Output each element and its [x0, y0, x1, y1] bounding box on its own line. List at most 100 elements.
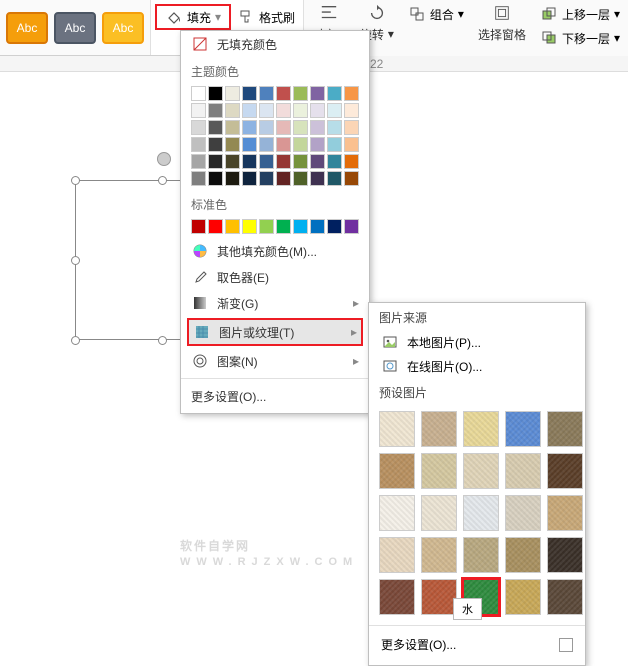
style-orange[interactable]: Abc — [6, 12, 48, 44]
texture-swatch[interactable] — [505, 537, 541, 573]
texture-swatch[interactable] — [379, 495, 415, 531]
color-swatch[interactable] — [208, 120, 223, 135]
color-swatch[interactable] — [327, 137, 342, 152]
more-colors-item[interactable]: 其他填充颜色(M)... — [181, 238, 369, 264]
color-swatch[interactable] — [259, 154, 274, 169]
texture-swatch[interactable] — [463, 411, 499, 447]
color-swatch[interactable] — [310, 137, 325, 152]
texture-swatch[interactable] — [379, 453, 415, 489]
color-swatch[interactable] — [259, 171, 274, 186]
color-swatch[interactable] — [259, 103, 274, 118]
color-swatch[interactable] — [276, 103, 291, 118]
color-swatch[interactable] — [225, 86, 240, 101]
color-swatch[interactable] — [191, 120, 206, 135]
color-swatch[interactable] — [344, 120, 359, 135]
texture-swatch[interactable] — [379, 537, 415, 573]
color-swatch[interactable] — [293, 154, 308, 169]
texture-swatch[interactable] — [463, 453, 499, 489]
color-swatch[interactable] — [293, 137, 308, 152]
color-swatch[interactable] — [225, 137, 240, 152]
color-swatch[interactable] — [208, 154, 223, 169]
color-swatch[interactable] — [208, 103, 223, 118]
color-swatch[interactable] — [242, 86, 257, 101]
color-swatch[interactable] — [310, 103, 325, 118]
color-swatch[interactable] — [259, 86, 274, 101]
color-swatch[interactable] — [259, 219, 274, 234]
color-swatch[interactable] — [344, 171, 359, 186]
format-painter-button[interactable]: 格式刷 — [231, 4, 301, 30]
texture-swatch[interactable] — [505, 453, 541, 489]
color-swatch[interactable] — [310, 219, 325, 234]
texture-swatch[interactable] — [547, 453, 583, 489]
color-swatch[interactable] — [242, 154, 257, 169]
color-swatch[interactable] — [310, 120, 325, 135]
color-swatch[interactable] — [208, 219, 223, 234]
picture-texture-item[interactable]: 图片或纹理(T) ▸ — [187, 318, 363, 346]
color-swatch[interactable] — [327, 120, 342, 135]
color-swatch[interactable] — [327, 171, 342, 186]
texture-swatch[interactable] — [547, 579, 583, 615]
color-swatch[interactable] — [276, 171, 291, 186]
style-gray[interactable]: Abc — [54, 12, 96, 44]
texture-swatch[interactable] — [421, 537, 457, 573]
texture-swatch[interactable] — [547, 411, 583, 447]
online-picture-item[interactable]: 在线图片(O)... — [369, 354, 585, 378]
texture-swatch[interactable] — [463, 495, 499, 531]
resize-handle-sw[interactable] — [71, 336, 80, 345]
color-swatch[interactable] — [191, 171, 206, 186]
local-picture-item[interactable]: 本地图片(P)... — [369, 330, 585, 354]
color-swatch[interactable] — [327, 154, 342, 169]
submenu-more-settings[interactable]: 更多设置(O)... — [369, 630, 585, 659]
color-swatch[interactable] — [276, 137, 291, 152]
align-icon[interactable] — [320, 4, 338, 22]
color-swatch[interactable] — [208, 137, 223, 152]
fill-button[interactable]: 填充 ▾ — [155, 4, 231, 30]
color-swatch[interactable] — [225, 171, 240, 186]
color-swatch[interactable] — [344, 154, 359, 169]
resize-handle-n[interactable] — [158, 176, 167, 185]
shape-styles-gallery[interactable]: Abc Abc Abc — [0, 0, 151, 55]
color-swatch[interactable] — [344, 103, 359, 118]
color-swatch[interactable] — [293, 103, 308, 118]
color-swatch[interactable] — [293, 171, 308, 186]
color-swatch[interactable] — [242, 219, 257, 234]
color-swatch[interactable] — [293, 86, 308, 101]
color-swatch[interactable] — [208, 86, 223, 101]
color-swatch[interactable] — [310, 154, 325, 169]
color-swatch[interactable] — [225, 120, 240, 135]
color-swatch[interactable] — [225, 103, 240, 118]
color-swatch[interactable] — [344, 86, 359, 101]
texture-swatch[interactable] — [505, 411, 541, 447]
send-backward-button[interactable]: 下移一层▾ — [540, 28, 620, 48]
texture-swatch[interactable] — [547, 537, 583, 573]
color-swatch[interactable] — [293, 219, 308, 234]
color-swatch[interactable] — [276, 154, 291, 169]
color-swatch[interactable] — [242, 103, 257, 118]
texture-swatch[interactable] — [421, 495, 457, 531]
rotate-handle[interactable] — [157, 152, 171, 166]
color-swatch[interactable] — [259, 120, 274, 135]
color-swatch[interactable] — [327, 86, 342, 101]
color-swatch[interactable] — [327, 103, 342, 118]
color-swatch[interactable] — [344, 137, 359, 152]
color-swatch[interactable] — [191, 103, 206, 118]
texture-swatch[interactable] — [421, 453, 457, 489]
color-swatch[interactable] — [242, 137, 257, 152]
style-yellow[interactable]: Abc — [102, 12, 144, 44]
texture-swatch[interactable] — [421, 579, 457, 615]
color-swatch[interactable] — [191, 86, 206, 101]
rotate-icon[interactable] — [368, 4, 386, 22]
more-settings-item[interactable]: 更多设置(O)... — [181, 383, 369, 409]
resize-handle-w[interactable] — [71, 256, 80, 265]
color-swatch[interactable] — [191, 137, 206, 152]
selection-pane-label[interactable]: 选择窗格 — [478, 26, 526, 43]
pattern-item[interactable]: 图案(N) ▸ — [181, 348, 369, 374]
color-swatch[interactable] — [293, 120, 308, 135]
color-swatch[interactable] — [259, 137, 274, 152]
gradient-item[interactable]: 渐变(G) ▸ — [181, 290, 369, 316]
texture-swatch[interactable] — [463, 537, 499, 573]
group-button[interactable]: 组合▾ — [408, 4, 464, 24]
color-swatch[interactable] — [276, 219, 291, 234]
color-swatch[interactable] — [242, 120, 257, 135]
color-swatch[interactable] — [225, 154, 240, 169]
